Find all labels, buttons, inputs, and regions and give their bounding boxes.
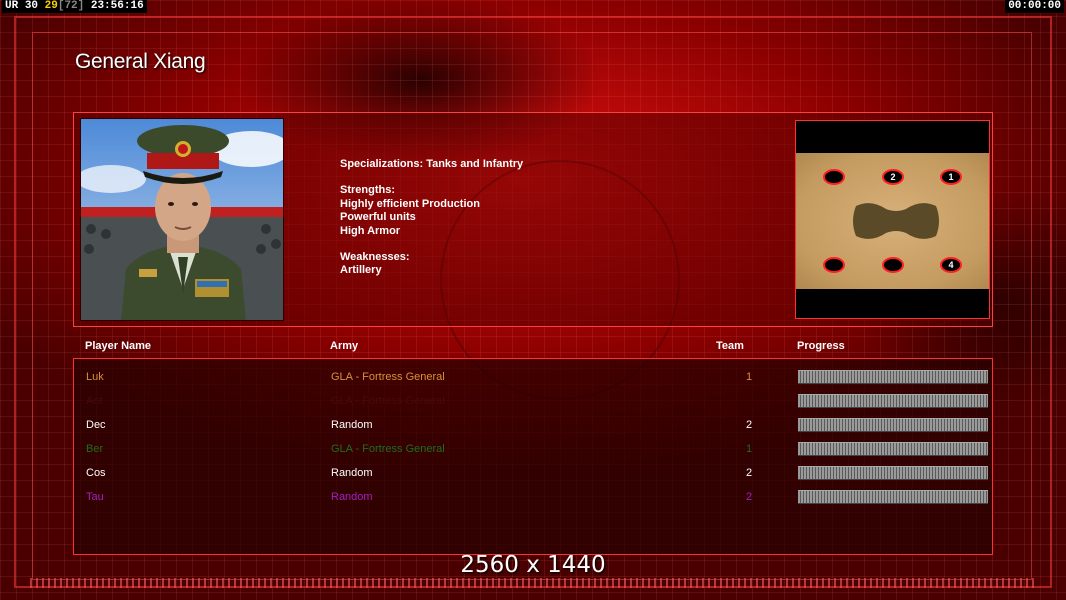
minimap: 2 1 4 [795, 120, 990, 319]
player-army: GLA - Fortress General [331, 443, 445, 455]
loading-progress-bar [798, 418, 988, 432]
specializations-text: Specializations: Tanks and Infantry [340, 158, 524, 170]
player-team: 2 [746, 467, 753, 479]
loading-progress-bar [798, 442, 988, 456]
player-army: Random [331, 467, 373, 479]
loading-progress-fill [798, 443, 988, 455]
player-row[interactable]: Ber GLA - Fortress General 1 [74, 435, 994, 459]
spawn-label: 2 [890, 172, 895, 182]
player-team: 1 [746, 371, 753, 383]
loading-progress-fill [798, 395, 988, 407]
header-progress: Progress [797, 340, 845, 352]
loading-progress-fill [798, 467, 988, 479]
player-name: Tau [86, 491, 104, 503]
hud-value-a: 30 [24, 0, 39, 12]
player-army: Random [331, 419, 373, 431]
weaknesses-title: Weaknesses: [340, 251, 410, 264]
loading-progress-fill [798, 419, 988, 431]
hud-timer: 00:00:00 [1005, 0, 1064, 13]
player-team: 1 [746, 443, 753, 455]
strength-item: High Armor [340, 224, 401, 237]
header-army: Army [330, 340, 359, 352]
player-army: GLA - Fortress General [331, 371, 445, 383]
bottom-strip [30, 578, 1036, 588]
player-army: Random [331, 491, 373, 503]
player-row[interactable]: Dec Random 2 [74, 411, 994, 435]
player-row[interactable]: Ant GLA - Fortress General [74, 387, 994, 411]
loading-progress-bar [798, 394, 988, 408]
header-player-name: Player Name [85, 340, 152, 352]
header-team: Team [716, 340, 744, 352]
loading-progress-fill [798, 371, 988, 383]
weakness-item: Artillery [340, 264, 382, 277]
hud-clock: 23:56:16 [90, 0, 144, 12]
general-title: General Xiang [75, 50, 206, 73]
player-row[interactable]: Luk GLA - Fortress General 1 [74, 363, 994, 387]
spawn-label: 1 [948, 172, 953, 182]
player-army: GLA - Fortress General [331, 395, 445, 407]
loading-progress-bar [798, 490, 988, 504]
strengths-title: Strengths: [340, 184, 395, 197]
hud-stats: UR 30 29[72] 23:56:16 [2, 0, 147, 13]
hud-value-c: 72 [64, 0, 78, 12]
general-briefing: Specializations: Tanks and Infantry Stre… [340, 158, 523, 278]
player-name: Dec [86, 419, 106, 431]
player-name: Ant [86, 395, 103, 407]
player-name: Ber [86, 443, 104, 455]
player-row[interactable]: Cos Random 2 [74, 459, 994, 483]
player-team: 2 [746, 419, 753, 431]
hud-bar: UR 30 29[72] 23:56:16 00:00:00 [0, 0, 1066, 14]
loading-progress-bar [798, 370, 988, 384]
general-portrait [80, 118, 284, 321]
player-row[interactable]: Tau Random 2 [74, 483, 994, 507]
loading-progress-bar [798, 466, 988, 480]
player-name: Luk [86, 371, 104, 383]
player-list: Luk GLA - Fortress General 1 Ant GLA - Fortr… [73, 358, 993, 555]
player-team: 2 [746, 491, 753, 503]
player-name: Cos [86, 467, 106, 479]
loading-progress-fill [798, 491, 988, 503]
hud-value-b: 29 [44, 0, 58, 12]
resolution-label: 2560 x 1440 [460, 552, 606, 578]
hud-ur-label: UR [5, 0, 19, 12]
strength-item: Highly efficient Production [340, 197, 480, 210]
strength-item: Powerful units [340, 211, 416, 224]
spawn-label: 4 [948, 260, 953, 270]
